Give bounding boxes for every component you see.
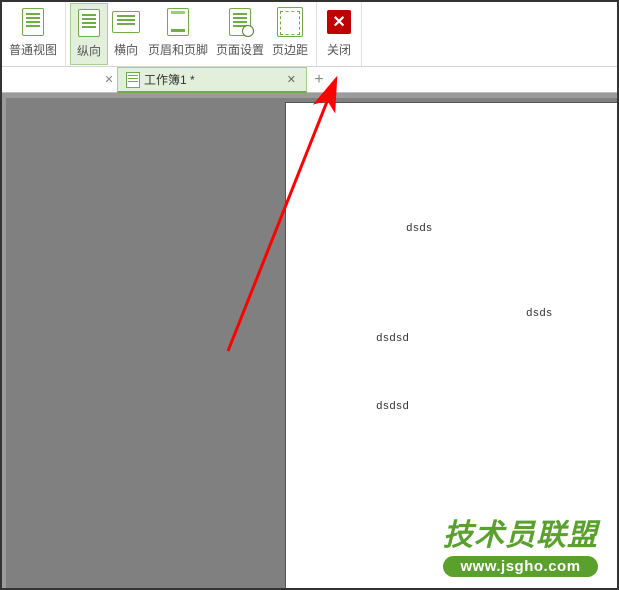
workbook-tab-label: 工作簿1 * (144, 71, 195, 88)
tab-close-icon[interactable]: ✕ (285, 73, 298, 86)
workbook-tab[interactable]: 工作簿1 * ✕ (117, 67, 307, 93)
page-setup-button[interactable]: 页面设置 (212, 3, 268, 65)
ribbon-group-view: 普通视图 (1, 1, 66, 66)
app-window: 普通视图 纵向 横向 页眉和页脚 页面设置 页边距 (0, 0, 619, 590)
document-tabbar: ✕ 工作簿1 * ✕ + (1, 67, 618, 93)
cell-value: dsds (406, 223, 432, 235)
header-footer-icon (167, 8, 189, 36)
portrait-button[interactable]: 纵向 (70, 3, 108, 65)
workbook-icon (126, 72, 140, 88)
cell-value: dsdsd (376, 401, 409, 413)
workspace-inner: dsds dsds dsdsd dsdsd (6, 98, 618, 589)
ribbon-group-close: ✕ 关闭 (317, 1, 362, 66)
ribbon-label: 横向 (114, 41, 138, 58)
ribbon-label: 页面设置 (216, 41, 264, 58)
margins-icon (277, 7, 303, 37)
landscape-icon (112, 11, 140, 33)
ribbon-toolbar: 普通视图 纵向 横向 页眉和页脚 页面设置 页边距 (1, 1, 618, 67)
margins-button[interactable]: 页边距 (268, 3, 312, 65)
header-footer-button[interactable]: 页眉和页脚 (144, 3, 212, 65)
page-setup-icon (229, 8, 251, 36)
workspace-area: dsds dsds dsdsd dsdsd (1, 93, 618, 589)
normal-view-icon (22, 8, 44, 36)
ribbon-label: 普通视图 (9, 41, 57, 58)
cell-value: dsdsd (376, 333, 409, 345)
ribbon-label: 关闭 (327, 41, 351, 58)
prev-tab-close-icon[interactable]: ✕ (101, 67, 117, 92)
close-preview-button[interactable]: ✕ 关闭 (321, 3, 357, 65)
ribbon-group-orient: 纵向 横向 页眉和页脚 页面设置 页边距 (66, 1, 317, 66)
normal-view-button[interactable]: 普通视图 (5, 3, 61, 65)
ribbon-label: 页眉和页脚 (148, 41, 208, 58)
ribbon-label: 页边距 (272, 41, 308, 58)
cell-value: dsds (526, 308, 552, 320)
close-icon: ✕ (327, 10, 351, 34)
print-preview-page: dsds dsds dsdsd dsdsd (286, 103, 618, 589)
add-tab-button[interactable]: + (307, 67, 331, 92)
ribbon-label: 纵向 (77, 42, 101, 59)
portrait-icon (78, 9, 100, 37)
landscape-button[interactable]: 横向 (108, 3, 144, 65)
